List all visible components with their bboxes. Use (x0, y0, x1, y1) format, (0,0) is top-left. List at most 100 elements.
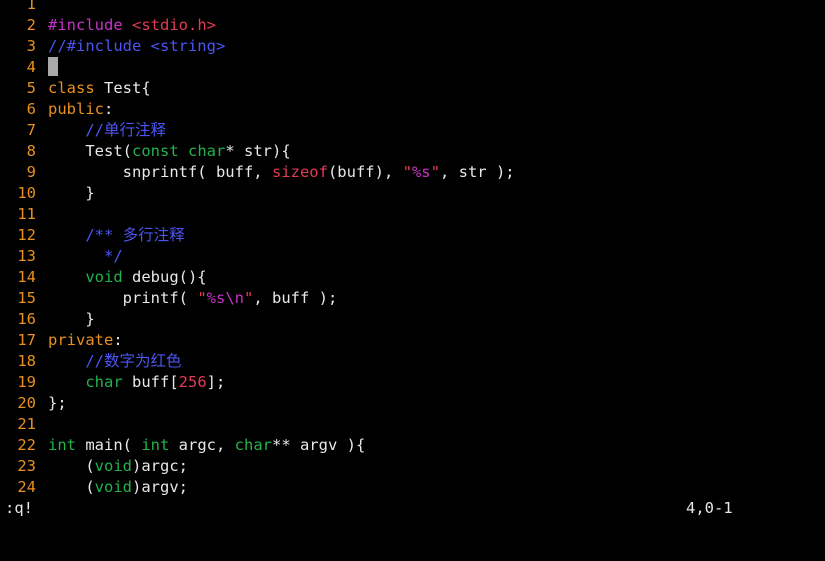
cursor-position-ruler: 4,0-1 (686, 499, 733, 517)
code-line[interactable]: 20}; (0, 393, 825, 414)
code-line[interactable]: 17 private: (0, 330, 825, 351)
line-number: 1 (26, 0, 36, 13)
code-line[interactable]: 23 (void)argc; (0, 456, 825, 477)
code-text: //数字为红色 (48, 352, 182, 370)
code-line[interactable]: 12 /** 多行注释 (0, 225, 825, 246)
code-text: #include <stdio.h> (48, 16, 216, 34)
line-number: 3 (26, 37, 36, 55)
code-token: argc, (169, 436, 235, 454)
code-token: " (430, 163, 440, 181)
code-token: : (104, 100, 114, 118)
code-token: /** 多行注释 (85, 226, 185, 244)
command-line[interactable]: :q! (5, 498, 33, 519)
code-line[interactable]: 18 //数字为红色 (0, 351, 825, 372)
line-number: 2 (26, 16, 36, 34)
code-token: debug(){ (122, 268, 207, 286)
line-number: 15 (17, 289, 36, 307)
code-line[interactable]: 4 (0, 57, 825, 78)
code-token: */ (104, 247, 123, 265)
line-number: 23 (17, 457, 36, 475)
code-text: void debug(){ (48, 268, 207, 286)
line-number: 4 (26, 58, 36, 76)
code-token: main( (76, 436, 142, 454)
code-token: char (188, 142, 226, 160)
code-line[interactable]: 16 } (0, 309, 825, 330)
code-token: } (48, 310, 95, 328)
status-line: :q! 4,0-1 (0, 498, 825, 519)
code-token: " (197, 289, 207, 307)
line-number: 14 (17, 268, 36, 286)
line-number: 24 (17, 478, 36, 496)
line-number: 12 (17, 226, 36, 244)
code-line[interactable]: 8 Test(const char* str){ (0, 141, 825, 162)
code-token: void (94, 457, 132, 475)
code-line[interactable]: 7 //单行注释 (0, 120, 825, 141)
code-token: ** argv ){ (271, 436, 366, 454)
code-token: sizeof (271, 163, 328, 181)
code-token: : (113, 331, 123, 349)
line-number: 17 (17, 331, 36, 349)
code-token: void (85, 268, 123, 286)
code-text: } (48, 184, 95, 202)
code-text: Test(const char* str){ (48, 142, 291, 160)
code-text: int main( int argc, char** argv ){ (48, 436, 365, 454)
code-line[interactable]: 14 void debug(){ (0, 267, 825, 288)
code-line[interactable]: 13 */ (0, 246, 825, 267)
code-text: } (48, 310, 95, 328)
code-text: private: (48, 331, 123, 349)
code-line[interactable]: 19 char buff[256]; (0, 372, 825, 393)
code-token: } (48, 184, 95, 202)
code-token: int (141, 436, 170, 454)
code-token: //数字为红色 (85, 352, 182, 370)
code-line[interactable]: 9 snprintf( buff, sizeof(buff), "%s", st… (0, 162, 825, 183)
code-token: %s\n (206, 289, 244, 307)
code-token: ( (48, 478, 95, 496)
code-token: (buff), (327, 163, 403, 181)
code-token: }; (48, 394, 67, 412)
code-token: char (85, 373, 123, 391)
code-token: , buff ); (253, 289, 338, 307)
code-line[interactable]: 22 int main( int argc, char** argv ){ (0, 435, 825, 456)
code-line[interactable]: 10 } (0, 183, 825, 204)
code-line[interactable]: 5 class Test{ (0, 78, 825, 99)
code-token: * str){ (225, 142, 291, 160)
code-token: private (48, 331, 114, 349)
code-line[interactable]: 15 printf( "%s\n", buff ); (0, 288, 825, 309)
code-text: (void)argc; (48, 457, 188, 475)
code-token: //单行注释 (85, 121, 166, 139)
code-text: char buff[256]; (48, 373, 225, 391)
text-cursor (48, 57, 58, 76)
code-token: )argc; (132, 457, 188, 475)
code-line[interactable]: 1 (0, 0, 825, 15)
code-token: Test{ (94, 79, 151, 97)
line-number: 5 (26, 79, 36, 97)
code-token: printf( (48, 289, 198, 307)
code-line[interactable]: 24 (void)argv; (0, 477, 825, 498)
code-token: const (132, 142, 179, 160)
code-line[interactable]: 21 (0, 414, 825, 435)
code-text: printf( "%s\n", buff ); (48, 289, 338, 307)
code-line[interactable]: 2 #include <stdio.h> (0, 15, 825, 36)
code-line[interactable]: 11 (0, 204, 825, 225)
line-number: 21 (17, 415, 36, 433)
code-line[interactable]: 6 public: (0, 99, 825, 120)
code-text: (void)argv; (48, 478, 188, 496)
line-number: 11 (17, 205, 36, 223)
code-token: int (48, 436, 76, 454)
editor-buffer[interactable]: 1 2 #include <stdio.h> 3//#include <string>… (0, 0, 825, 498)
code-line[interactable]: 3 //#include <string> (0, 36, 825, 57)
line-number: 19 (17, 373, 36, 391)
code-token: )argv; (132, 478, 188, 496)
code-token: public (48, 100, 104, 118)
code-token: #include (48, 16, 132, 34)
line-number: 20 (17, 394, 36, 412)
line-number: 7 (26, 121, 36, 139)
code-text: class Test{ (48, 79, 151, 97)
line-number: 8 (26, 142, 36, 160)
code-token: class (48, 79, 95, 97)
